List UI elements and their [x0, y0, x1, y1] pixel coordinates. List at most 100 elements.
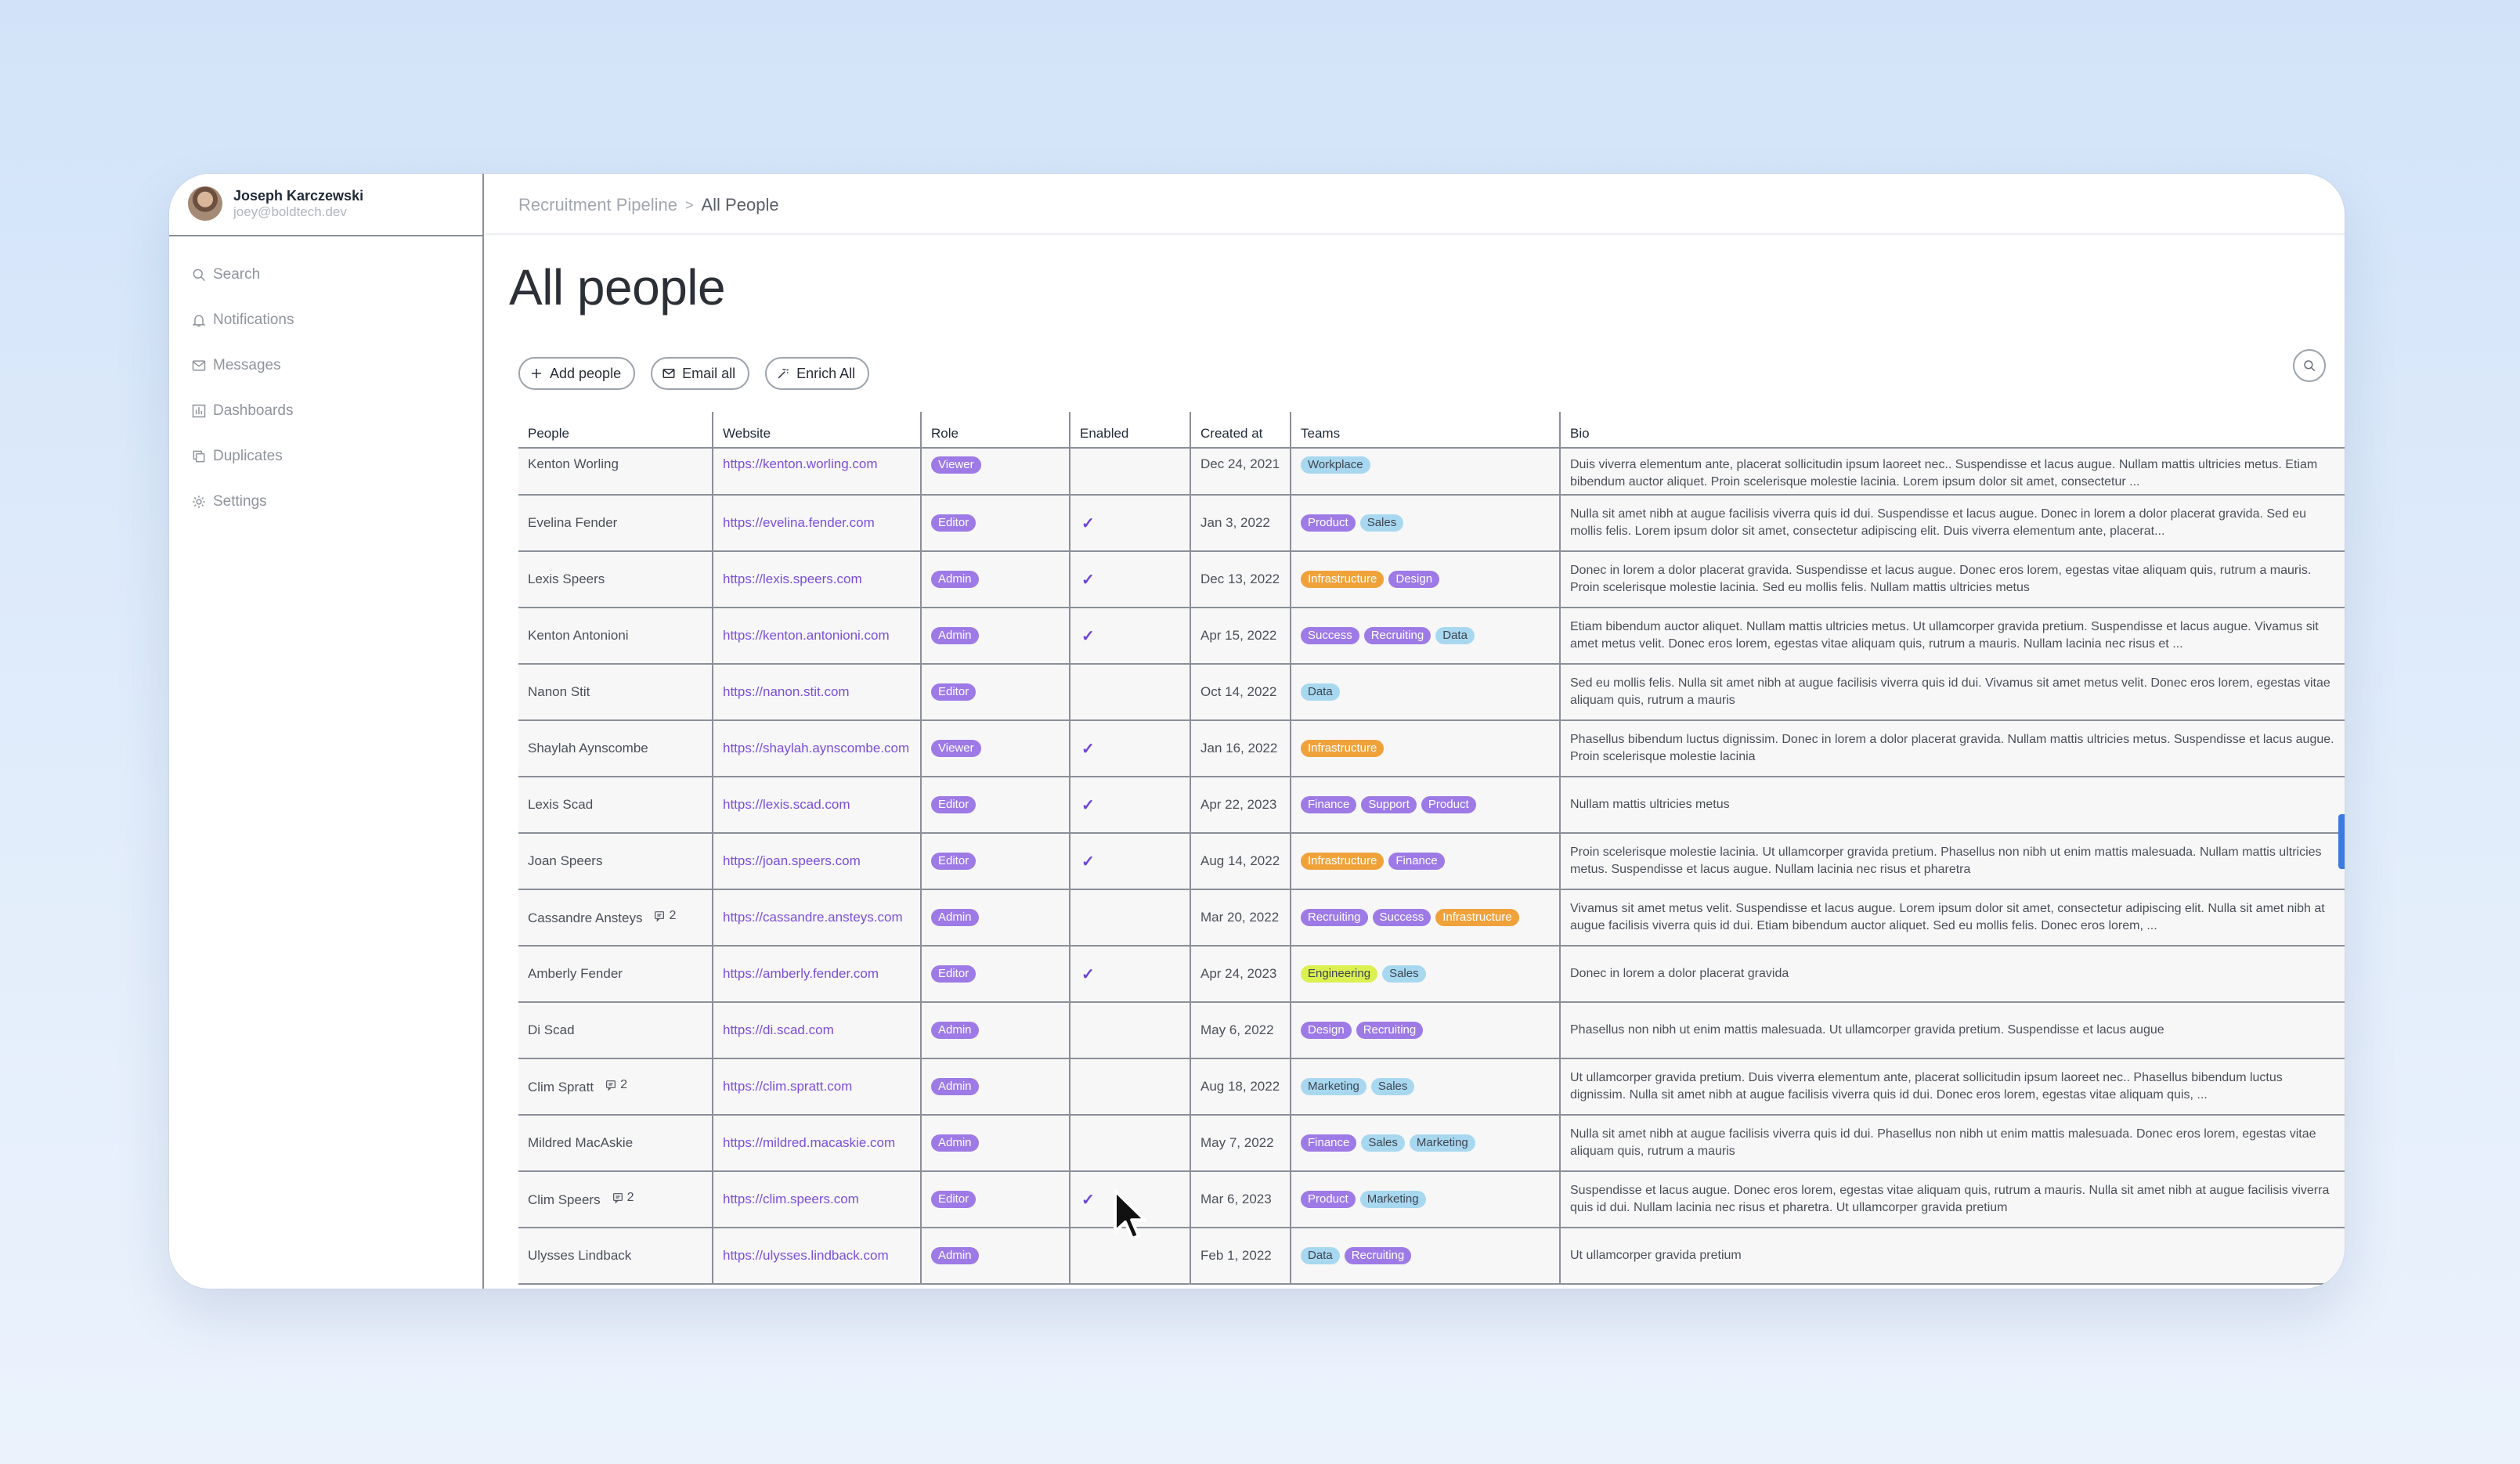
team-badge[interactable]: Infrastructure: [1435, 909, 1519, 926]
table-row[interactable]: Ulysses Lindback https://ulysses.lindback…: [518, 1228, 2345, 1285]
cell-teams[interactable]: Finance Sales Marketing: [1291, 1115, 1561, 1172]
sidebar-item-notifications[interactable]: Notifications: [191, 297, 294, 343]
cell-bio[interactable]: Nulla sit amet nibh at augue facilisis v…: [1560, 1115, 2345, 1172]
website-link[interactable]: https://mildred.macaskie.com: [723, 1135, 895, 1150]
cell-person[interactable]: Kenton Worling: [518, 448, 713, 496]
cell-role[interactable]: Admin: [921, 889, 1070, 947]
website-link[interactable]: https://amberly.fender.com: [723, 966, 879, 981]
website-link[interactable]: https://nanon.stit.com: [723, 684, 850, 699]
cell-enabled[interactable]: [1070, 1002, 1191, 1059]
cell-role[interactable]: Editor: [921, 1171, 1070, 1228]
enrich-all-button[interactable]: Enrich All: [765, 357, 870, 390]
team-badge[interactable]: Sales: [1370, 1078, 1415, 1095]
table-row[interactable]: Mildred MacAskie https://mildred.macaskie…: [518, 1115, 2345, 1172]
team-badge[interactable]: Support: [1361, 796, 1417, 813]
website-link[interactable]: https://kenton.worling.com: [723, 456, 877, 471]
team-badge[interactable]: Marketing: [1409, 1134, 1475, 1152]
cell-enabled[interactable]: [1070, 1115, 1191, 1172]
cell-enabled[interactable]: ✓: [1070, 833, 1191, 890]
cell-bio[interactable]: Suspendisse et lacus augue. Donec eros l…: [1560, 1171, 2345, 1228]
cell-enabled[interactable]: ✓: [1070, 946, 1191, 1003]
table-row[interactable]: Shaylah Aynscombe https://shaylah.aynscom…: [518, 720, 2345, 777]
cell-person[interactable]: Clim Speers 2: [518, 1171, 713, 1228]
website-link[interactable]: https://shaylah.aynscombe.com: [723, 741, 909, 755]
column-header-created-at[interactable]: Created at: [1190, 412, 1291, 449]
cell-bio[interactable]: Nullam mattis ultricies metus: [1560, 777, 2345, 834]
cell-role[interactable]: Editor: [921, 777, 1070, 834]
cell-teams[interactable]: Engineering Sales: [1291, 946, 1561, 1003]
website-link[interactable]: https://lexis.scad.com: [723, 797, 850, 812]
comment-count[interactable]: 2: [605, 1078, 627, 1092]
cell-person[interactable]: Cassandre Ansteys 2: [518, 889, 713, 947]
team-badge[interactable]: Design: [1388, 571, 1440, 588]
cell-person[interactable]: Lexis Scad: [518, 777, 713, 834]
people-table-container[interactable]: People Website Role Enabled Created at T…: [518, 412, 2345, 1289]
table-row[interactable]: Lexis Speers https://lexis.speers.com Admi…: [518, 551, 2345, 608]
cell-person[interactable]: Clim Spratt 2: [518, 1058, 713, 1116]
cell-role[interactable]: Editor: [921, 495, 1070, 552]
team-badge[interactable]: Sales: [1361, 1134, 1405, 1152]
website-link[interactable]: https://di.scad.com: [723, 1022, 834, 1037]
team-badge[interactable]: Finance: [1301, 1134, 1357, 1152]
team-badge[interactable]: Marketing: [1301, 1078, 1367, 1095]
cell-bio[interactable]: Phasellus bibendum luctus dignissim. Don…: [1560, 720, 2345, 777]
cell-bio[interactable]: Vivamus sit amet metus velit. Suspendiss…: [1560, 889, 2345, 947]
table-row[interactable]: Clim Speers 2 https://clim.speers.com Edito…: [518, 1171, 2345, 1228]
team-badge[interactable]: Data: [1435, 627, 1475, 644]
team-badge[interactable]: Success: [1372, 909, 1431, 926]
cell-person[interactable]: Amberly Fender: [518, 946, 713, 1003]
cell-teams[interactable]: Finance Support Product: [1291, 777, 1561, 834]
table-search-button[interactable]: [2293, 349, 2326, 382]
website-link[interactable]: https://evelina.fender.com: [723, 515, 875, 530]
cell-enabled[interactable]: ✓: [1070, 608, 1191, 665]
cell-bio[interactable]: Etiam bibendum auctor aliquet. Nullam ma…: [1560, 608, 2345, 665]
table-row[interactable]: Evelina Fender https://evelina.fender.com…: [518, 495, 2345, 552]
website-link[interactable]: https://kenton.antonioni.com: [723, 628, 890, 643]
cell-role[interactable]: Admin: [921, 1002, 1070, 1059]
table-row[interactable]: Joan Speers https://joan.speers.com Editor…: [518, 833, 2345, 890]
comment-count[interactable]: 2: [653, 909, 676, 923]
cell-role[interactable]: Editor: [921, 833, 1070, 890]
website-link[interactable]: https://lexis.speers.com: [723, 572, 862, 586]
cell-bio[interactable]: Nulla sit amet nibh at augue facilisis v…: [1560, 495, 2345, 552]
column-header-role[interactable]: Role: [921, 412, 1070, 449]
website-link[interactable]: https://cassandre.ansteys.com: [723, 910, 903, 925]
team-badge[interactable]: Data: [1301, 683, 1340, 701]
team-badge[interactable]: Infrastructure: [1301, 853, 1385, 870]
table-row[interactable]: Kenton Worling https://kenton.worling.com…: [518, 448, 2345, 496]
scrollbar-handle[interactable]: [2338, 814, 2345, 869]
website-link[interactable]: https://clim.spratt.com: [723, 1079, 852, 1094]
cell-role[interactable]: Viewer: [921, 720, 1070, 777]
cell-bio[interactable]: Donec in lorem a dolor placerat gravida: [1560, 946, 2345, 1003]
cell-teams[interactable]: Marketing Sales: [1291, 1058, 1561, 1116]
team-badge[interactable]: Data: [1301, 1247, 1340, 1264]
cell-enabled[interactable]: ✓: [1070, 777, 1191, 834]
cell-person[interactable]: Joan Speers: [518, 833, 713, 890]
cell-person[interactable]: Evelina Fender: [518, 495, 713, 552]
website-link[interactable]: https://joan.speers.com: [723, 853, 861, 868]
cell-role[interactable]: Admin: [921, 608, 1070, 665]
cell-role[interactable]: Viewer: [921, 448, 1070, 496]
cell-enabled[interactable]: ✓: [1070, 495, 1191, 552]
sidebar-item-messages[interactable]: Messages: [191, 343, 294, 388]
cell-teams[interactable]: Infrastructure Finance: [1291, 833, 1561, 890]
cell-person[interactable]: Shaylah Aynscombe: [518, 720, 713, 777]
cell-teams[interactable]: Success Recruiting Data: [1291, 608, 1561, 665]
table-row[interactable]: Cassandre Ansteys 2 https://cassandre.anst…: [518, 889, 2345, 947]
team-badge[interactable]: Finance: [1388, 853, 1445, 870]
sidebar-item-settings[interactable]: Settings: [191, 479, 294, 525]
add-people-button[interactable]: Add people: [518, 357, 636, 390]
cell-bio[interactable]: Proin scelerisque molestie lacinia. Ut u…: [1560, 833, 2345, 890]
team-badge[interactable]: Marketing: [1359, 1191, 1426, 1208]
cell-teams[interactable]: Infrastructure Design: [1291, 551, 1561, 608]
cell-role[interactable]: Admin: [921, 1058, 1070, 1116]
cell-bio[interactable]: Sed eu mollis felis. Nulla sit amet nibh…: [1560, 664, 2345, 721]
sidebar-item-dashboards[interactable]: Dashboards: [191, 388, 294, 434]
cell-teams[interactable]: Design Recruiting: [1291, 1002, 1561, 1059]
table-row[interactable]: Clim Spratt 2 https://clim.spratt.com Admin…: [518, 1058, 2345, 1116]
cell-teams[interactable]: Product Sales: [1291, 495, 1561, 552]
team-badge[interactable]: Infrastructure: [1301, 571, 1385, 588]
cell-person[interactable]: Kenton Antonioni: [518, 608, 713, 665]
team-badge[interactable]: Recruiting: [1301, 909, 1368, 926]
website-link[interactable]: https://ulysses.lindback.com: [723, 1248, 889, 1263]
